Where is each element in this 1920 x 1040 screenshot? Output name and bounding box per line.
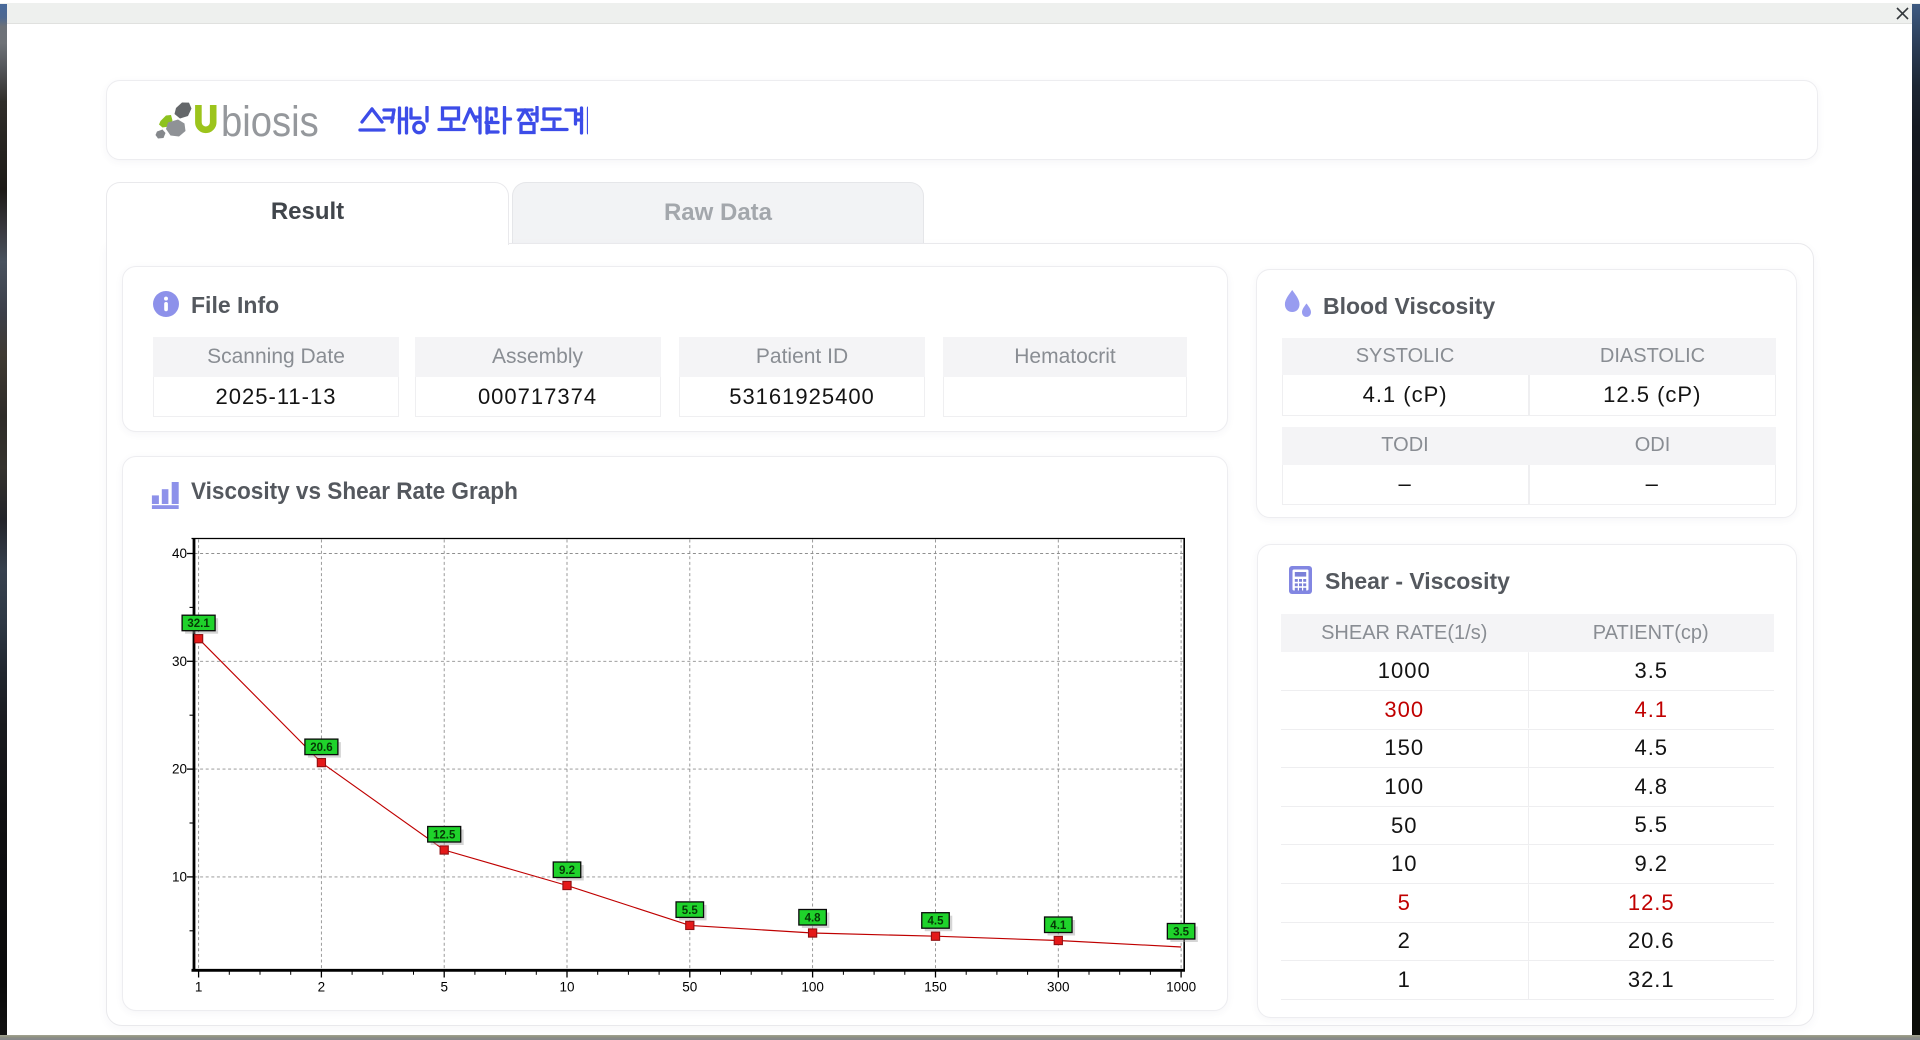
svg-text:4.1: 4.1: [1050, 920, 1067, 932]
svg-text:2: 2: [318, 980, 326, 995]
svg-text:20: 20: [172, 762, 187, 777]
svg-text:5: 5: [440, 980, 448, 995]
svg-text:12.5: 12.5: [433, 830, 456, 842]
svg-text:40: 40: [172, 546, 187, 561]
svg-text:300: 300: [1047, 980, 1070, 995]
svg-text:3.5: 3.5: [1173, 927, 1190, 939]
svg-text:50: 50: [682, 980, 697, 995]
svg-text:32.1: 32.1: [187, 618, 210, 630]
svg-text:100: 100: [801, 980, 824, 995]
svg-text:1000: 1000: [1166, 980, 1196, 995]
svg-text:20.6: 20.6: [310, 742, 332, 754]
svg-text:5.5: 5.5: [682, 905, 699, 917]
svg-text:4.8: 4.8: [805, 913, 822, 925]
svg-text:10: 10: [172, 869, 187, 884]
svg-text:4.5: 4.5: [928, 916, 945, 928]
svg-text:150: 150: [924, 980, 947, 995]
svg-text:9.2: 9.2: [559, 865, 575, 877]
svg-text:30: 30: [172, 654, 187, 669]
svg-text:10: 10: [559, 980, 574, 995]
svg-text:1: 1: [195, 980, 203, 995]
